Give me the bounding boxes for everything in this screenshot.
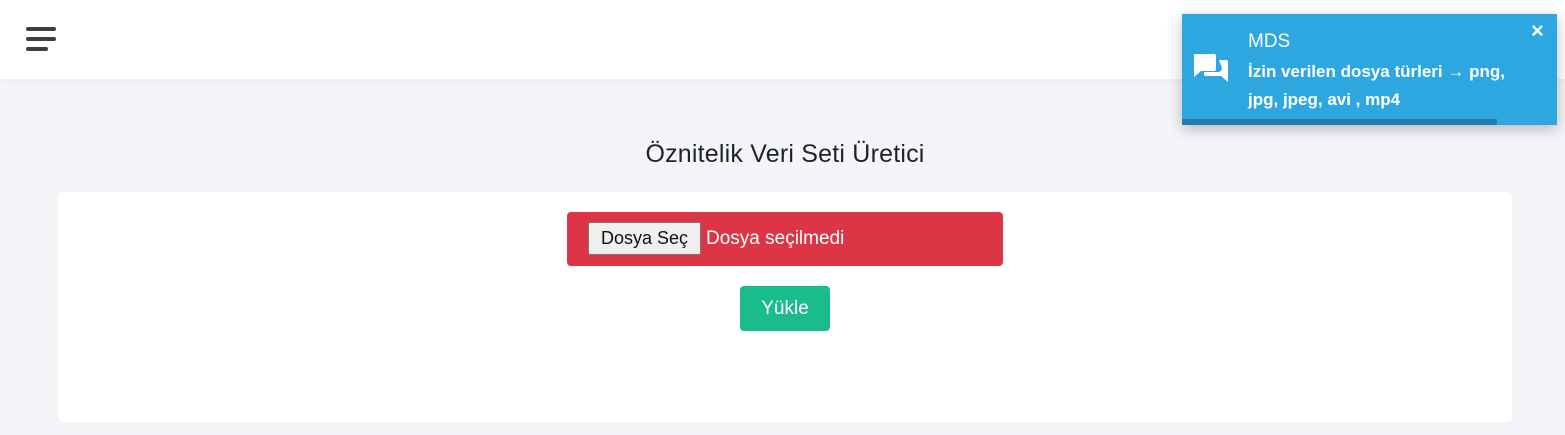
close-icon[interactable]: ×: [1531, 20, 1544, 42]
file-status-text: Dosya seçilmedi: [706, 228, 845, 249]
toast-message: İzin verilen dosya türleri → png, jpg, j…: [1248, 62, 1505, 109]
upload-button[interactable]: Yükle: [740, 286, 830, 331]
page-title: Öznitelik Veri Seti Üretici: [645, 140, 925, 168]
choose-file-button[interactable]: Dosya Seç: [588, 222, 701, 255]
toast-progress-track: [1182, 119, 1557, 125]
chat-bubbles-icon: [1194, 54, 1228, 82]
toast-title: MDS: [1248, 31, 1291, 52]
toast-progress-bar: [1182, 119, 1497, 125]
notification-toast: MDS İzin verilen dosya türleri → png, jp…: [1182, 14, 1557, 125]
hamburger-menu-icon[interactable]: [26, 27, 56, 51]
